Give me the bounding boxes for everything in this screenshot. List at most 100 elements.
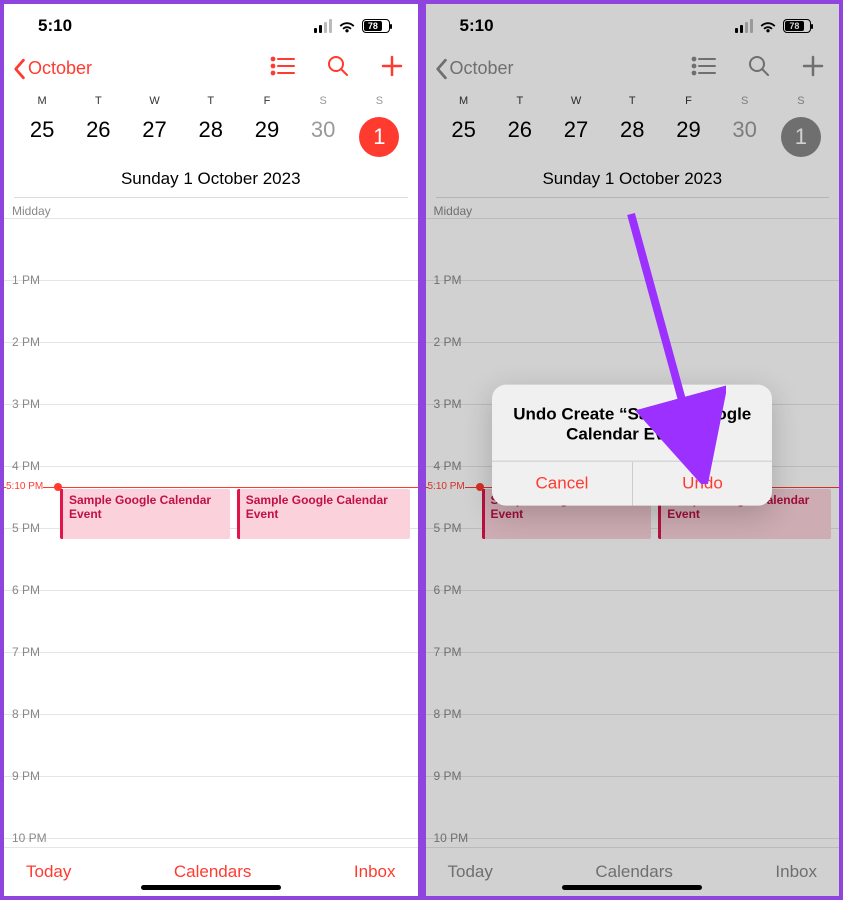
chevron-left-icon (12, 58, 26, 80)
hour-label: 1 PM (12, 273, 40, 287)
back-button[interactable]: October (434, 58, 514, 80)
date-cell[interactable]: 30 (717, 109, 773, 165)
inbox-button[interactable]: Inbox (354, 862, 396, 882)
hour-label: 6 PM (434, 583, 462, 597)
date-cell[interactable]: 28 (604, 109, 660, 165)
dow: T (70, 93, 126, 109)
dow: S (717, 93, 773, 109)
status-time: 5:10 (38, 16, 72, 36)
calendar-screen-normal: 5:10 78 October M T (4, 4, 418, 896)
hour-label: 6 PM (12, 583, 40, 597)
now-label: 5:10 PM (428, 481, 465, 492)
hour-label: 4 PM (12, 459, 40, 473)
search-icon[interactable] (326, 54, 350, 83)
hour-label: 3 PM (434, 397, 462, 411)
cellular-signal-icon (314, 19, 332, 33)
dow: S (773, 93, 829, 109)
alert-title: Undo Create “Sample Google Calendar Even… (492, 385, 772, 461)
back-button[interactable]: October (12, 58, 92, 80)
hour-label: 8 PM (12, 707, 40, 721)
dow: T (183, 93, 239, 109)
week-header: M T W T F S S 25 26 27 28 29 30 1 Sunday… (4, 93, 418, 198)
wifi-icon (759, 20, 777, 33)
current-time-indicator: 5:10 PM (4, 487, 418, 488)
hour-label: 2 PM (12, 335, 40, 349)
hour-label: 7 PM (434, 645, 462, 659)
add-event-icon[interactable] (380, 54, 404, 83)
hour-label: 4 PM (434, 459, 462, 473)
back-label: October (28, 58, 92, 79)
add-event-icon[interactable] (801, 54, 825, 83)
today-button[interactable]: Today (448, 862, 493, 882)
date-cell[interactable]: 27 (126, 109, 182, 165)
hour-label: 10 PM (12, 831, 47, 845)
date-cell[interactable]: 28 (183, 109, 239, 165)
hour-label: 8 PM (434, 707, 462, 721)
dow: F (660, 93, 716, 109)
hour-label: 10 PM (434, 831, 469, 845)
today-button[interactable]: Today (26, 862, 71, 882)
dow: T (604, 93, 660, 109)
battery-icon: 78 (362, 19, 390, 33)
calendars-button[interactable]: Calendars (595, 862, 673, 882)
date-cell[interactable]: 30 (295, 109, 351, 165)
back-label: October (450, 58, 514, 79)
date-cell[interactable]: 26 (70, 109, 126, 165)
hour-label: 7 PM (12, 645, 40, 659)
hour-label: 1 PM (434, 273, 462, 287)
midday-label: Midday (426, 198, 840, 218)
nav-bar: October (4, 48, 418, 93)
status-icons: 78 (314, 19, 390, 33)
day-timeline[interactable]: Midday 1 PM 2 PM 3 PM 4 PM 5 PM 6 PM 7 P… (426, 198, 840, 847)
date-cell[interactable]: 25 (14, 109, 70, 165)
undo-alert: Undo Create “Sample Google Calendar Even… (492, 385, 772, 506)
inbox-button[interactable]: Inbox (775, 862, 817, 882)
week-header: M T W T F S S 25 26 27 28 29 30 1 Sunday… (426, 93, 840, 198)
status-time: 5:10 (460, 16, 494, 36)
home-indicator[interactable] (562, 885, 702, 890)
date-cell[interactable]: 26 (492, 109, 548, 165)
calendars-button[interactable]: Calendars (174, 862, 252, 882)
dow: S (351, 93, 407, 109)
dow: S (295, 93, 351, 109)
search-icon[interactable] (747, 54, 771, 83)
hour-label: 9 PM (434, 769, 462, 783)
full-date-label: Sunday 1 October 2023 (436, 165, 830, 198)
dow: M (14, 93, 70, 109)
dow: W (126, 93, 182, 109)
hour-label: 5 PM (12, 521, 40, 535)
date-cell-selected[interactable]: 1 (773, 109, 829, 165)
date-cell[interactable]: 25 (436, 109, 492, 165)
hour-label: 9 PM (12, 769, 40, 783)
date-cell-selected[interactable]: 1 (351, 109, 407, 165)
hour-label: 5 PM (434, 521, 462, 535)
date-cell[interactable]: 29 (660, 109, 716, 165)
status-icons: 78 (735, 19, 811, 33)
dow: M (436, 93, 492, 109)
status-bar: 5:10 78 (426, 4, 840, 48)
list-view-icon[interactable] (270, 56, 296, 81)
alert-undo-button[interactable]: Undo (633, 462, 773, 506)
status-bar: 5:10 78 (4, 4, 418, 48)
chevron-left-icon (434, 58, 448, 80)
battery-icon: 78 (783, 19, 811, 33)
list-view-icon[interactable] (691, 56, 717, 81)
wifi-icon (338, 20, 356, 33)
now-label: 5:10 PM (6, 481, 43, 492)
nav-bar: October (426, 48, 840, 93)
calendar-event[interactable]: Sample Google Calendar Event (237, 489, 410, 539)
calendar-event[interactable]: Sample Google Calendar Event (60, 489, 230, 539)
cellular-signal-icon (735, 19, 753, 33)
day-timeline[interactable]: Midday 1 PM 2 PM 3 PM 4 PM 5 PM 6 PM 7 P… (4, 198, 418, 847)
dow: W (548, 93, 604, 109)
calendar-screen-undo-dialog: 5:10 78 October M T (426, 4, 840, 896)
midday-label: Midday (4, 198, 418, 218)
hour-label: 2 PM (434, 335, 462, 349)
alert-cancel-button[interactable]: Cancel (492, 462, 633, 506)
dow: T (492, 93, 548, 109)
home-indicator[interactable] (141, 885, 281, 890)
dow: F (239, 93, 295, 109)
date-cell[interactable]: 29 (239, 109, 295, 165)
full-date-label: Sunday 1 October 2023 (14, 165, 408, 198)
date-cell[interactable]: 27 (548, 109, 604, 165)
